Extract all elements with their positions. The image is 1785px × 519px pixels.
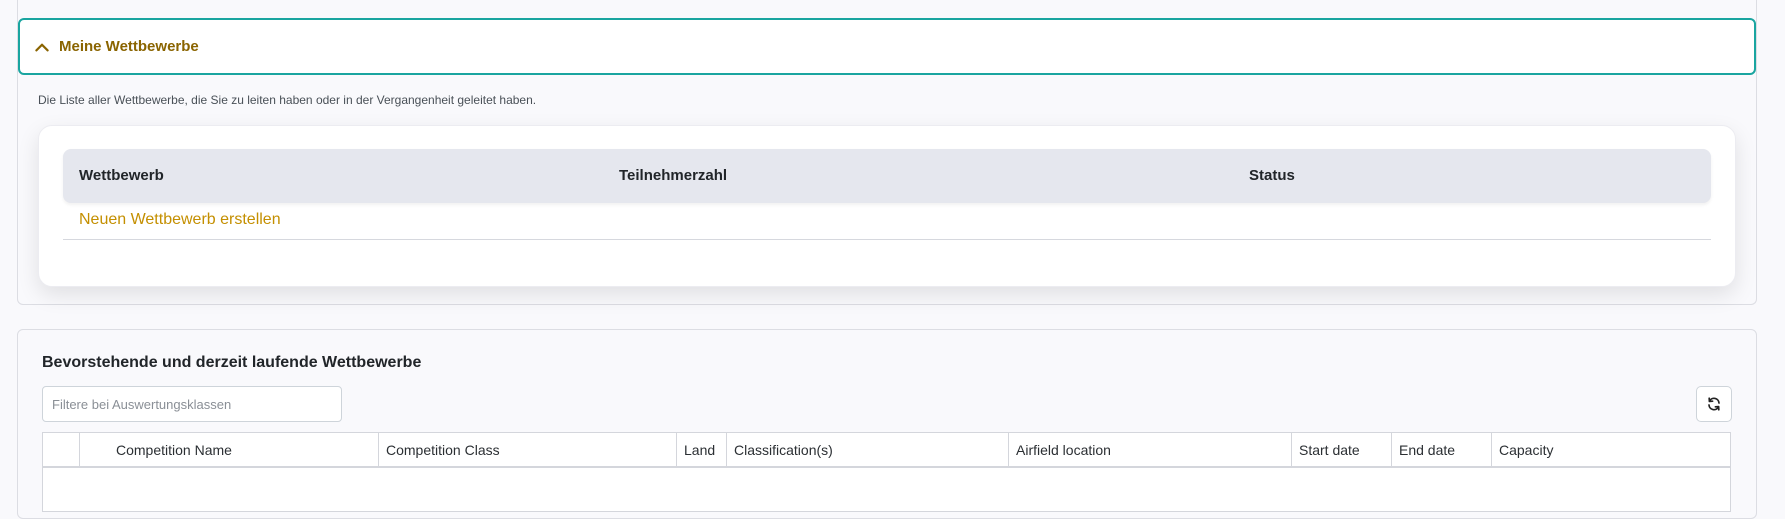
my-competitions-table-header: Wettbewerb Teilnehmerzahl Status: [63, 149, 1711, 203]
competitions-grid-header: Competition Name Competition Class Land …: [43, 433, 1730, 468]
my-competitions-title: Meine Wettbewerbe: [59, 38, 199, 55]
grid-column-airfield-location[interactable]: Airfield location: [1009, 433, 1292, 468]
grid-column-competition-class[interactable]: Competition Class: [379, 433, 677, 468]
chevron-up-icon: [35, 43, 49, 51]
grid-column-competition-name[interactable]: Competition Name: [80, 433, 379, 468]
my-competitions-table-card: Wettbewerb Teilnehmerzahl Status Neuen W…: [38, 125, 1736, 287]
column-header-participants[interactable]: Teilnehmerzahl: [619, 167, 727, 184]
column-header-competition[interactable]: Wettbewerb: [79, 167, 164, 184]
grid-column-start-date[interactable]: Start date: [1292, 433, 1392, 468]
create-competition-link[interactable]: Neuen Wettbewerb erstellen: [79, 211, 281, 229]
row-divider: [63, 239, 1711, 240]
column-header-status[interactable]: Status: [1249, 167, 1295, 184]
grid-column-land[interactable]: Land: [677, 433, 727, 468]
grid-column-end-date[interactable]: End date: [1392, 433, 1492, 468]
upcoming-competitions-title: Bevorstehende und derzeit laufende Wettb…: [42, 354, 422, 371]
grid-column-classifications[interactable]: Classification(s): [727, 433, 1009, 468]
classification-filter-input[interactable]: [42, 386, 342, 422]
refresh-button[interactable]: [1696, 386, 1732, 422]
my-competitions-accordion-header[interactable]: Meine Wettbewerbe: [18, 18, 1756, 75]
grid-column-selector[interactable]: [43, 433, 80, 468]
grid-column-capacity[interactable]: Capacity: [1492, 433, 1730, 468]
my-competitions-description: Die Liste aller Wettbewerbe, die Sie zu …: [38, 93, 537, 107]
refresh-icon: [1708, 397, 1720, 411]
competitions-grid: Competition Name Competition Class Land …: [42, 432, 1731, 512]
